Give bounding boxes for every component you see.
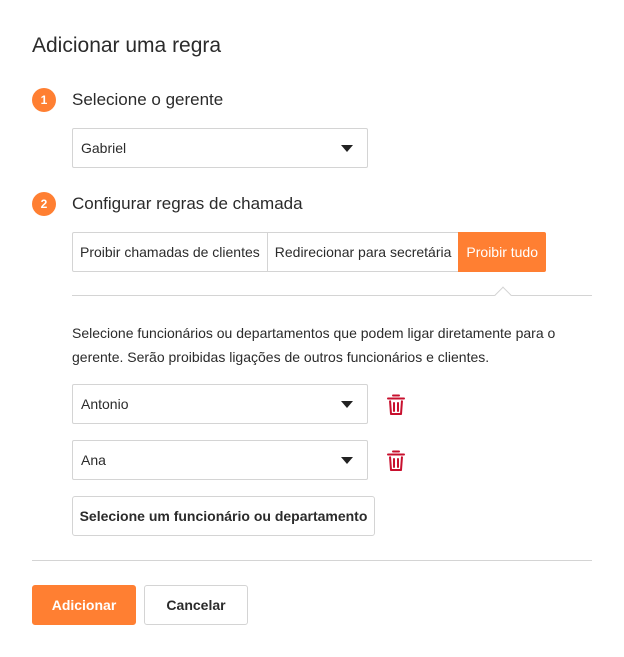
allowed-select-2[interactable]: Ana	[72, 440, 368, 480]
active-tab-pointer	[494, 286, 512, 304]
tab-block-all[interactable]: Proibir tudo	[458, 232, 546, 272]
rule-description: Selecione funcionários ou departamentos …	[72, 325, 556, 365]
trash-icon[interactable]	[386, 450, 406, 472]
tab-redirect-to-secretary[interactable]: Redirecionar para secretária	[266, 232, 460, 272]
step-2-header: 2 Configurar regras de chamada	[32, 192, 303, 216]
manager-select-value: Gabriel	[81, 140, 127, 156]
step-1-label: Selecione o gerente	[72, 90, 224, 109]
footer-divider	[32, 560, 592, 561]
add-employee-or-department-button[interactable]: Selecione um funcionário ou departamento	[72, 496, 375, 536]
cancel-button[interactable]: Cancelar	[144, 585, 248, 625]
call-rule-tabs: Proibir chamadas de clientes Redireciona…	[72, 232, 546, 272]
manager-select[interactable]: Gabriel	[72, 128, 368, 168]
step-1-badge: 1	[32, 88, 56, 112]
add-button[interactable]: Adicionar	[32, 585, 136, 625]
allowed-select-value: Ana	[81, 452, 106, 468]
chevron-down-icon	[341, 401, 353, 408]
add-rule-dialog: Adicionar uma regra 1 Selecione o gerent…	[0, 0, 624, 657]
chevron-down-icon	[341, 145, 353, 152]
allowed-select-1[interactable]: Antonio	[72, 384, 368, 424]
step-1-header: 1 Selecione o gerente	[32, 88, 223, 112]
step-2-label: Configurar regras de chamada	[72, 194, 303, 213]
step-2-badge: 2	[32, 192, 56, 216]
trash-icon[interactable]	[386, 394, 406, 416]
tab-block-client-calls[interactable]: Proibir chamadas de clientes	[72, 232, 268, 272]
allowed-select-value: Antonio	[81, 396, 129, 412]
chevron-down-icon	[341, 457, 353, 464]
tab-panel-divider	[72, 295, 592, 296]
page-title: Adicionar uma regra	[32, 34, 222, 57]
